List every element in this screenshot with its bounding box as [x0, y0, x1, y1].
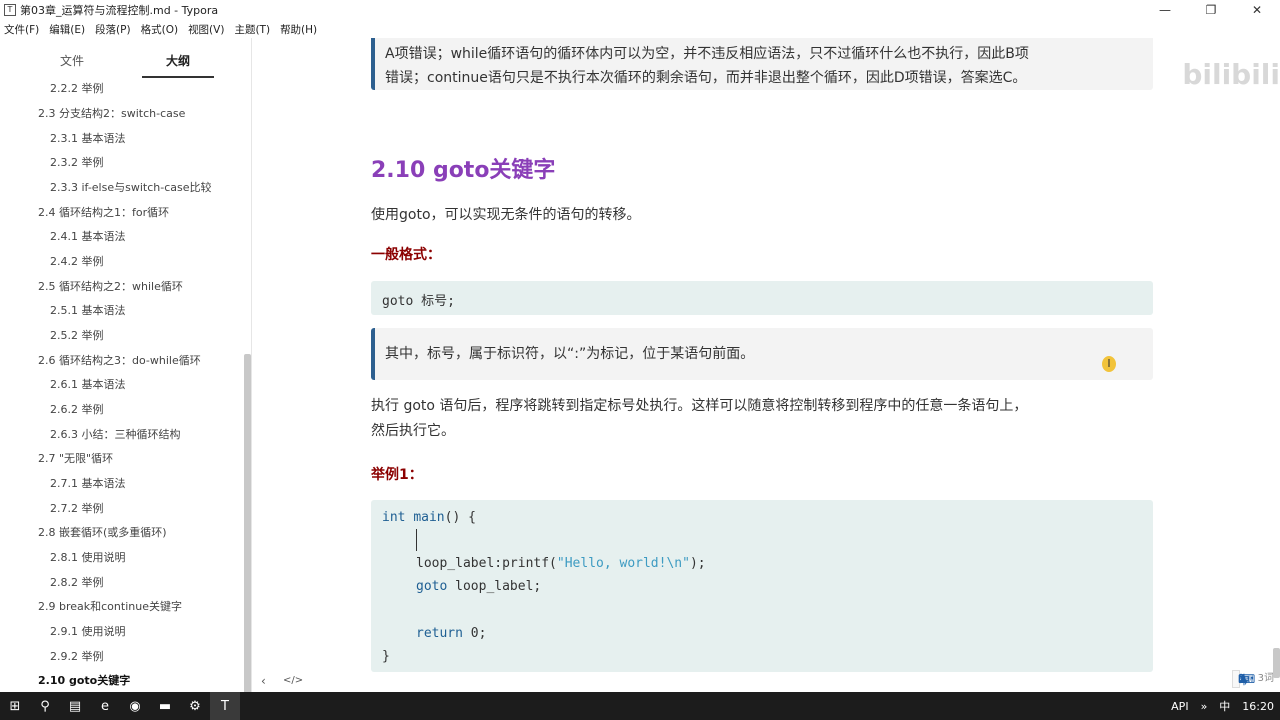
- previous-answer-block: A项错误；while循环语句的循环体内可以为空，并不违反相应语法，只不过循环什么…: [371, 38, 1153, 90]
- prev-block-line: 错误；continue语句只是不执行本次循环的剩余语句，而并非退出整个循环，因此…: [385, 70, 1027, 86]
- file-explorer-icon[interactable]: ▬: [150, 692, 180, 720]
- code-function: main: [413, 510, 445, 525]
- outline-item[interactable]: 2.5.1 基本语法: [50, 302, 126, 318]
- chrome-icon[interactable]: ◉: [120, 692, 150, 720]
- toggle-sidebar-icon[interactable]: ‹: [261, 674, 266, 688]
- outline-item[interactable]: 2.9 break和continue关键字: [38, 598, 182, 614]
- code-line: goto loop_label;: [416, 579, 541, 594]
- outline-item[interactable]: 2.7.1 基本语法: [50, 475, 126, 491]
- menu-bar: 文件(F) 编辑(E) 段落(P) 格式(O) 视图(V) 主题(T) 帮助(H…: [0, 20, 1280, 38]
- restore-button[interactable]: ❐: [1188, 0, 1234, 20]
- outline-item[interactable]: 2.3.3 if-else与switch-case比较: [50, 179, 211, 195]
- example-code-block[interactable]: int main() { loop_label:printf("Hello, w…: [371, 500, 1153, 672]
- tab-outline[interactable]: 大纲: [142, 38, 214, 78]
- typora-taskbar-icon[interactable]: T: [210, 692, 240, 720]
- mouse-cursor-icon: I: [1102, 356, 1116, 372]
- menu-edit[interactable]: 编辑(E): [49, 22, 85, 37]
- code-keyword: return: [416, 626, 463, 641]
- menu-file[interactable]: 文件(F): [4, 22, 39, 37]
- menu-help[interactable]: 帮助(H): [280, 22, 317, 37]
- format-label: 一般格式：: [371, 247, 441, 263]
- outline-item[interactable]: 2.3.1 基本语法: [50, 130, 126, 146]
- code-keyword: goto: [416, 579, 448, 594]
- menu-view[interactable]: 视图(V): [188, 22, 224, 37]
- prev-block-line: A项错误；while循环语句的循环体内可以为空，并不违反相应语法，只不过循环什么…: [385, 46, 1029, 62]
- editor-scrollbar[interactable]: [1273, 648, 1280, 678]
- intro-paragraph: 使用goto，可以实现无条件的语句的转移。: [371, 207, 641, 223]
- tray-clock[interactable]: 16:20: [1242, 700, 1274, 713]
- outline-item[interactable]: 2.6.1 基本语法: [50, 376, 126, 392]
- search-icon[interactable]: ⚲: [30, 692, 60, 720]
- menu-paragraph[interactable]: 段落(P): [95, 22, 131, 37]
- outline-item[interactable]: 2.4 循环结构之1：for循环: [38, 204, 169, 220]
- sidebar-tabs: 文件 大纲: [0, 38, 251, 78]
- code-line: loop_label:printf("Hello, world!\n");: [416, 556, 706, 571]
- close-button[interactable]: ✕: [1234, 0, 1280, 20]
- tray-api-label[interactable]: API: [1171, 700, 1188, 713]
- code-line: }: [382, 649, 390, 664]
- bilibili-watermark: bilibili: [1182, 58, 1280, 91]
- outline-item[interactable]: 2.6.3 小结：三种循环结构: [50, 426, 181, 442]
- task-view-icon[interactable]: ▤: [60, 692, 90, 720]
- code-line: return 0;: [416, 626, 486, 641]
- outline-item[interactable]: 2.8.1 使用说明: [50, 549, 126, 565]
- ime-toolbar: 中 ♪ ☾ °, ⌨ ♟ ✎: [1232, 670, 1255, 688]
- tab-files[interactable]: 文件: [36, 38, 108, 78]
- outline-item[interactable]: 2.6.2 举例: [50, 401, 104, 417]
- outline-item[interactable]: 2.8 嵌套循环(或多重循环): [38, 524, 167, 540]
- outline-item[interactable]: 2.9.1 使用说明: [50, 623, 126, 639]
- outline-item[interactable]: 2.9.2 举例: [50, 648, 104, 664]
- outline-item[interactable]: 2.4.2 举例: [50, 253, 104, 269]
- menu-theme[interactable]: 主题(T): [234, 22, 270, 37]
- tray-ime-indicator[interactable]: 中: [1219, 698, 1230, 714]
- code-text: loop_label:printf(: [416, 556, 557, 571]
- code-text: () {: [444, 510, 476, 525]
- format-code-block[interactable]: goto 标号;: [371, 281, 1153, 315]
- code-keyword: int: [382, 510, 406, 525]
- typora-app-icon: T: [4, 4, 16, 16]
- outline-item[interactable]: 2.4.1 基本语法: [50, 228, 126, 244]
- status-bar: ‹ </> 中 ♪ ☾ °, ⌨ ♟ ✎ 3词: [253, 669, 1280, 692]
- title-bar: T 第03章_运算符与流程控制.md - Typora — ❐ ✕: [0, 0, 1280, 20]
- outline-item[interactable]: 2.2.2 举例: [50, 80, 104, 96]
- window-title: 第03章_运算符与流程控制.md - Typora: [20, 4, 219, 17]
- outline-item[interactable]: 2.7.2 举例: [50, 500, 104, 516]
- sidebar: 文件 大纲 2.2.2 举例 2.3 分支结构2：switch-case 2.3…: [0, 38, 252, 692]
- tray-overflow-icon[interactable]: »: [1201, 700, 1208, 713]
- window-controls: — ❐ ✕: [1142, 0, 1280, 20]
- description-paragraph: 执行 goto 语句后，程序将跳转到指定标号处执行。这样可以随意将控制转移到程序…: [371, 394, 1153, 444]
- text-caret: [416, 529, 417, 551]
- description-line: 然后执行它。: [371, 423, 455, 439]
- outline-item-active[interactable]: 2.10 goto关键字: [38, 672, 130, 688]
- outline-item[interactable]: 2.3 分支结构2：switch-case: [38, 105, 185, 121]
- code-text: );: [689, 556, 706, 571]
- code-text: 0;: [462, 626, 487, 641]
- outline-item[interactable]: 2.3.2 举例: [50, 154, 104, 170]
- outline-item[interactable]: 2.5 循环结构之2：while循环: [38, 278, 183, 294]
- menu-format[interactable]: 格式(O): [141, 22, 178, 37]
- outline-item[interactable]: 2.5.2 举例: [50, 327, 104, 343]
- code-line: int main() {: [382, 510, 476, 525]
- ide-icon[interactable]: ⚙: [180, 692, 210, 720]
- start-icon[interactable]: ⊞: [0, 692, 30, 720]
- editor-content[interactable]: A项错误；while循环语句的循环体内可以为空，并不违反相应语法，只不过循环什么…: [253, 38, 1280, 692]
- description-line: 执行 goto 语句后，程序将跳转到指定标号处执行。这样可以随意将控制转移到程序…: [371, 398, 1028, 414]
- outline-item[interactable]: 2.6 循环结构之3：do-while循环: [38, 352, 201, 368]
- word-count[interactable]: 3词: [1258, 669, 1274, 684]
- code-text: loop_label;: [447, 579, 542, 594]
- windows-taskbar: ⊞ ⚲ ▤ e ◉ ▬ ⚙ T API » 中 16:20: [0, 692, 1280, 720]
- minimize-button[interactable]: —: [1142, 0, 1188, 20]
- note-quote: 其中，标号，属于标识符，以“:”为标记，位于某语句前面。: [371, 328, 1153, 380]
- system-tray: API » 中 16:20: [1165, 692, 1280, 720]
- code-string: "Hello, world!\n": [556, 556, 690, 571]
- edge-icon[interactable]: e: [90, 692, 120, 720]
- sidebar-scrollbar[interactable]: [244, 354, 251, 692]
- section-heading: 2.10 goto关键字: [371, 158, 556, 183]
- ime-tools-icon[interactable]: ✎: [1238, 672, 1248, 686]
- outline-item[interactable]: 2.8.2 举例: [50, 574, 104, 590]
- example-label: 举例1：: [371, 467, 423, 483]
- outline-item[interactable]: 2.7 "无限"循环: [38, 450, 113, 466]
- source-code-mode-icon[interactable]: </>: [283, 675, 303, 686]
